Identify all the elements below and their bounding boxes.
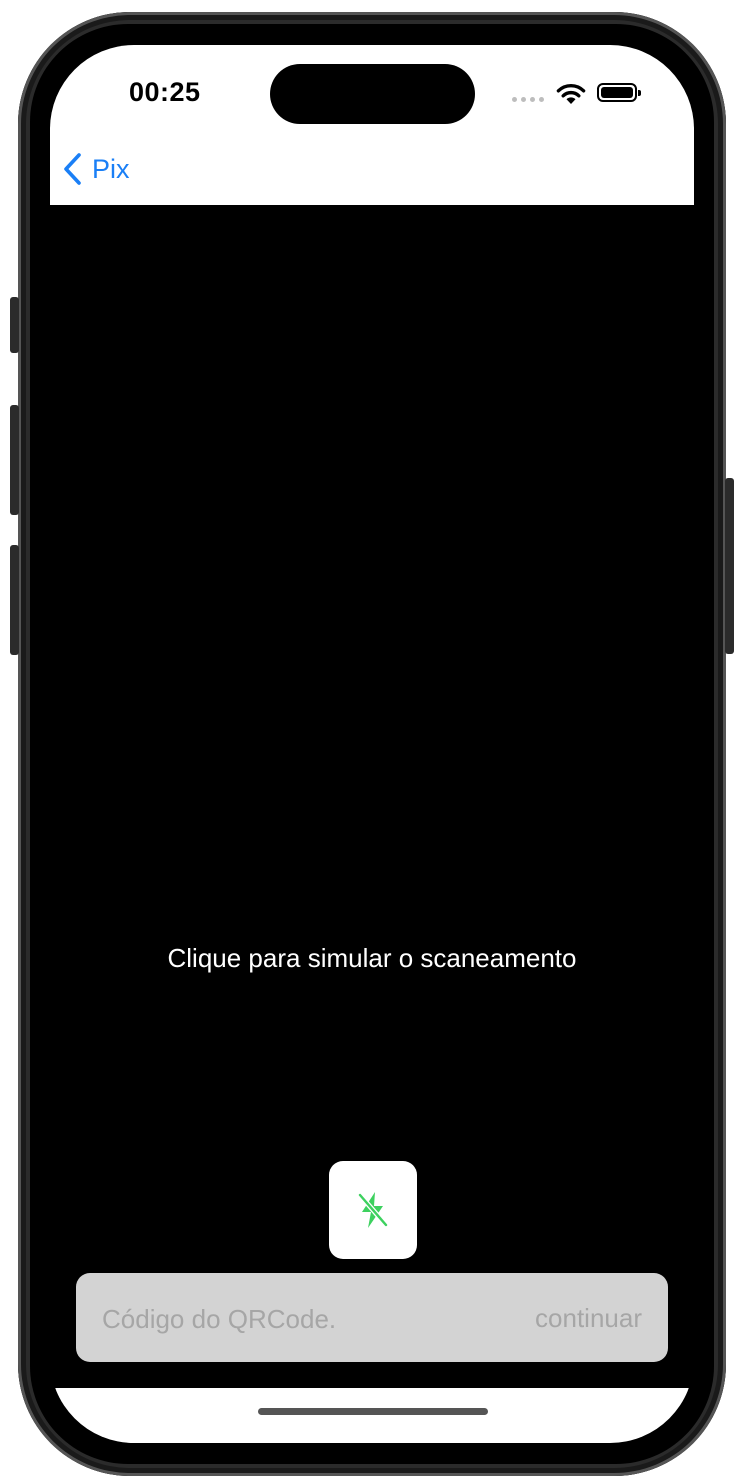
home-indicator-area (50, 1388, 694, 1443)
home-indicator[interactable] (258, 1408, 488, 1415)
volume-down-button (10, 545, 19, 655)
navigation-bar: 00:25 Pix (50, 45, 694, 205)
status-time: 00:25 (129, 77, 201, 107)
scan-hint-text: Clique para simular o scaneamento (167, 943, 577, 973)
continue-button[interactable]: continuar (535, 1293, 642, 1343)
qr-code-entry-bar: continuar (76, 1273, 668, 1362)
qr-code-input[interactable] (100, 1293, 484, 1345)
flash-off-icon (357, 1192, 389, 1228)
flash-toggle-button[interactable] (329, 1161, 417, 1259)
back-button[interactable]: Pix (62, 151, 130, 187)
back-button-label: Pix (92, 153, 130, 184)
power-button (725, 478, 734, 654)
dynamic-island (270, 64, 475, 124)
wifi-icon (556, 83, 586, 104)
volume-up-button (10, 405, 19, 515)
battery-icon (597, 83, 641, 102)
mute-switch (10, 297, 19, 353)
chevron-left-icon (64, 153, 81, 185)
cellular-signal-icon (512, 97, 548, 103)
screen: 00:25 Pix Clique para simular o scaneame… (50, 45, 694, 1443)
